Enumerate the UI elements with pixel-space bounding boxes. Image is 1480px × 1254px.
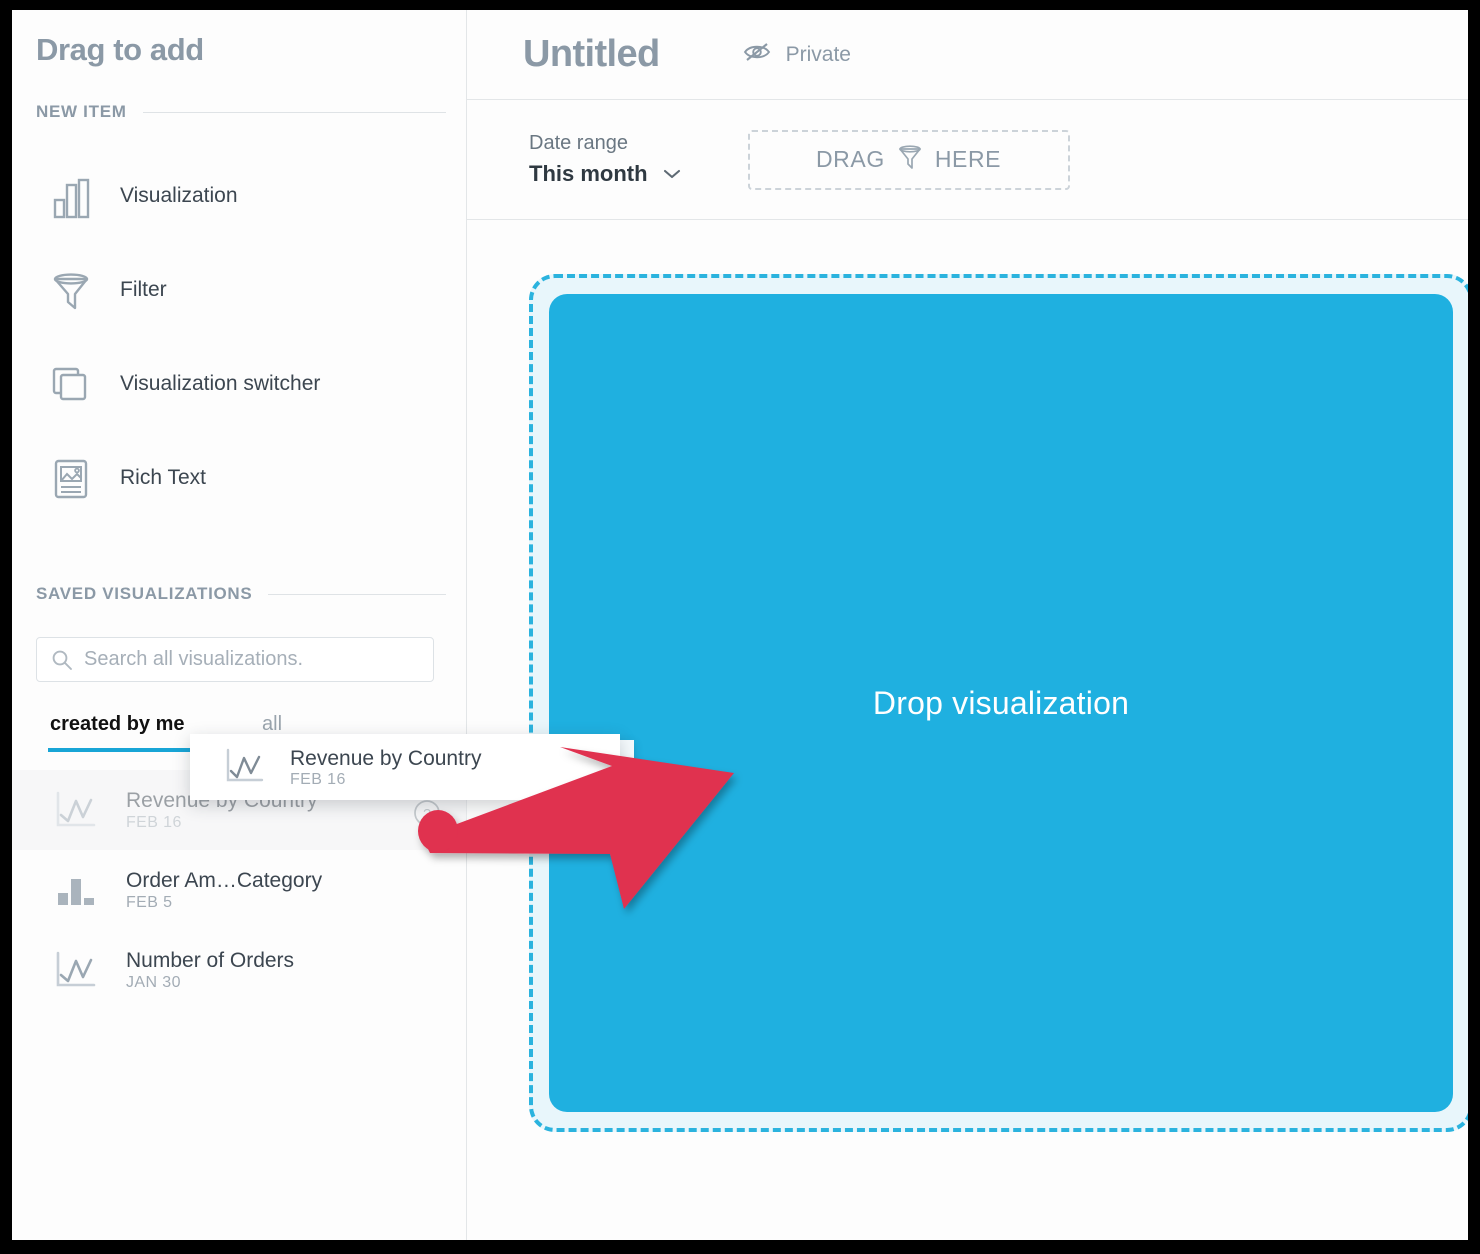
section-divider	[268, 593, 446, 595]
list-item-name: Number of Orders	[126, 949, 295, 972]
list-item[interactable]: Order Am…Category FEB 5	[12, 850, 467, 930]
search-input[interactable]	[84, 648, 404, 671]
saved-visualizations-section-header: SAVED VISUALIZATIONS	[36, 584, 446, 604]
column-chart-icon	[52, 867, 102, 913]
date-range-caption: Date range	[529, 132, 628, 154]
line-chart-icon	[222, 746, 268, 788]
date-range-value: This month	[529, 161, 648, 186]
new-item-label: Rich Text	[120, 466, 206, 489]
new-item-visualization[interactable]: Visualization	[48, 168, 238, 224]
svg-text:?: ?	[423, 806, 431, 822]
privacy-label: Private	[785, 42, 851, 66]
main-panel: Untitled Private Date range This month D…	[467, 10, 1468, 1240]
privacy-status[interactable]: Private	[742, 40, 851, 69]
new-item-label: Filter	[120, 278, 167, 301]
dragged-card-date: FEB 16	[290, 770, 346, 788]
visualization-drop-zone-fill[interactable]: Drop visualization	[549, 294, 1453, 1112]
list-item-date: JAN 30	[126, 974, 181, 991]
app-window: Drag to add NEW ITEM Visualization Filte…	[12, 10, 1468, 1240]
list-item-date: FEB 5	[126, 894, 173, 911]
sidebar-title: Drag to add	[36, 32, 204, 67]
funnel-icon	[48, 267, 94, 313]
list-item-name: Order Am…Category	[126, 869, 323, 892]
bar-chart-icon	[48, 173, 94, 219]
dragged-card-name: Revenue by Country	[290, 746, 482, 770]
help-circle-icon[interactable]: ?	[413, 799, 441, 832]
dragged-visualization-card: Revenue by Country FEB 16	[190, 734, 620, 800]
page-title[interactable]: Untitled	[523, 33, 660, 76]
eye-slash-icon	[742, 40, 772, 69]
drag-here-suffix: HERE	[934, 146, 1002, 172]
drop-visualization-label: Drop visualization	[872, 684, 1130, 721]
search-icon	[51, 649, 73, 671]
new-item-label: Visualization	[120, 184, 238, 207]
left-sidebar: Drag to add NEW ITEM Visualization Filte…	[12, 10, 467, 1240]
tab-created-by-me[interactable]: created by me	[50, 713, 185, 736]
rich-text-icon	[48, 455, 94, 501]
line-chart-icon	[52, 947, 102, 993]
list-item[interactable]: Number of Orders JAN 30	[12, 930, 467, 1010]
tab-all[interactable]: all	[262, 713, 282, 736]
filter-bar: Date range This month DRAG HERE	[467, 100, 1468, 220]
line-chart-icon	[52, 787, 102, 833]
date-range-value-row[interactable]: This month	[529, 161, 682, 187]
new-item-rich-text[interactable]: Rich Text	[48, 450, 206, 506]
list-item-date: FEB 16	[126, 814, 182, 831]
new-item-section-header: NEW ITEM	[36, 102, 446, 122]
dashboard-header: Untitled Private	[467, 10, 1468, 100]
dragged-card-text: Revenue by Country FEB 16	[290, 746, 481, 789]
new-item-filter[interactable]: Filter	[48, 262, 167, 318]
mouse-cursor	[561, 790, 581, 825]
saved-visualizations-list: Revenue by Country FEB 16 ? Order Am…Cat…	[12, 770, 467, 1010]
new-item-visualization-switcher[interactable]: Visualization switcher	[48, 356, 320, 412]
list-item-text: Order Am…Category FEB 5	[126, 868, 322, 912]
funnel-icon	[897, 142, 923, 177]
filter-drop-zone[interactable]: DRAG HERE	[747, 129, 1070, 190]
new-item-label: Visualization switcher	[120, 372, 321, 395]
search-visualizations-box[interactable]	[36, 637, 434, 682]
stacked-cards-icon	[48, 361, 94, 407]
list-item-text: Number of Orders JAN 30	[126, 948, 294, 992]
section-divider	[142, 111, 446, 113]
saved-visualizations-heading: SAVED VISUALIZATIONS	[36, 584, 253, 603]
date-range-control[interactable]: Date range This month	[529, 132, 682, 187]
visualization-drop-zone[interactable]: Drop visualization	[529, 274, 1468, 1132]
drag-here-prefix: DRAG	[815, 146, 885, 172]
new-item-heading: NEW ITEM	[36, 102, 127, 121]
chevron-down-icon	[662, 161, 682, 187]
